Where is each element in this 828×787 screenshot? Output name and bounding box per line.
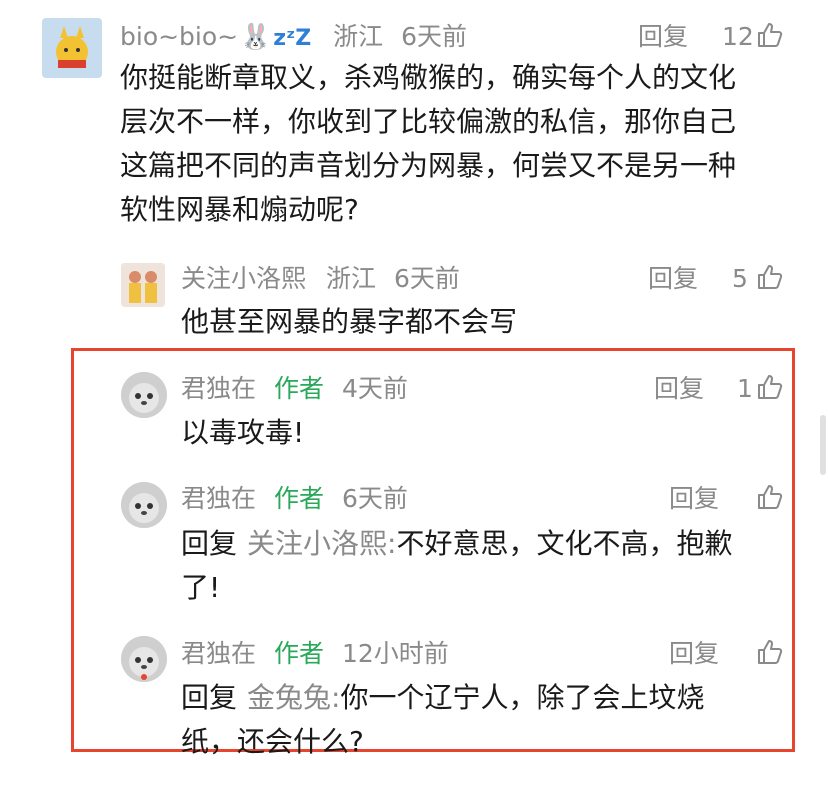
timestamp: 6天前 <box>341 484 408 513</box>
comment-meta: 君独在 作者 4天前 <box>181 376 408 401</box>
timestamp: 4天前 <box>341 374 408 403</box>
username[interactable]: bio~bio~ <box>120 22 238 51</box>
comment-meta: bio~bio~🐰zᶻZ 浙江 6天前 <box>120 24 467 50</box>
author-badge: 作者 <box>273 639 324 668</box>
comment-line: 纸，还会什么? <box>181 725 364 758</box>
thumbs-up-icon[interactable] <box>757 639 783 665</box>
comment-text: 回复 关注小洛熙:不好意思，文化不高，抱歉 了! <box>181 522 732 610</box>
reply-button[interactable]: 回复 <box>669 641 719 666</box>
reply-button[interactable]: 回复 <box>638 24 688 49</box>
comment-line: 你挺能断章取义，杀鸡儆猴的，确实每个人的文化 <box>120 61 737 94</box>
username[interactable]: 君独在 <box>181 374 256 403</box>
author-badge: 作者 <box>273 484 324 513</box>
reply-button[interactable]: 回复 <box>669 486 719 511</box>
comment-meta: 君独在 作者 6天前 <box>181 486 408 511</box>
avatar[interactable] <box>121 482 167 528</box>
avatar[interactable] <box>121 263 165 307</box>
thumbs-up-icon[interactable] <box>757 22 783 48</box>
username[interactable]: 关注小洛熙 <box>181 264 306 293</box>
location: 浙江 <box>333 22 384 51</box>
author-badge: 作者 <box>273 374 324 403</box>
location: 浙江 <box>325 264 376 293</box>
like-count: 12 <box>722 22 754 51</box>
comment-line: 以毒攻毒! <box>181 416 305 449</box>
avatar[interactable] <box>121 636 167 682</box>
timestamp: 6天前 <box>401 22 468 51</box>
comment-line: 他甚至网暴的暴字都不会写 <box>181 305 518 338</box>
thumbs-up-icon[interactable] <box>757 374 783 400</box>
avatar-illustration <box>42 18 102 78</box>
avatar-illustration <box>121 636 167 682</box>
comment-line: 回复 关注小洛熙:不好意思，文化不高，抱歉 <box>181 522 732 566</box>
avatar[interactable] <box>42 18 102 78</box>
like-count: 5 <box>732 264 748 293</box>
timestamp: 6天前 <box>393 264 460 293</box>
mention-link[interactable]: 金兔兔: <box>247 681 340 714</box>
comment-line: 这篇把不同的声音划分为网暴，何尝又不是另一种 <box>120 149 737 182</box>
username[interactable]: 君独在 <box>181 639 256 668</box>
reply-prefix: 回复 <box>181 527 238 560</box>
avatar[interactable] <box>121 372 167 418</box>
comment-meta: 关注小洛熙 浙江 6天前 <box>181 266 460 291</box>
reply-button[interactable]: 回复 <box>648 266 698 291</box>
comment-line: 了! <box>181 571 221 604</box>
rabbit-emoji: 🐰 <box>240 22 272 51</box>
mention-link[interactable]: 关注小洛熙: <box>247 527 396 560</box>
avatar-illustration <box>121 263 165 307</box>
scrollbar[interactable] <box>820 415 826 475</box>
avatar-illustration <box>121 372 167 418</box>
reply-button[interactable]: 回复 <box>654 376 704 401</box>
zzz-icon: zᶻZ <box>273 26 312 51</box>
timestamp: 12小时前 <box>341 639 449 668</box>
comment-line: 软性网暴和煽动呢? <box>120 193 359 226</box>
reply-prefix: 回复 <box>181 681 238 714</box>
comment-line: 回复 金兔兔:你一个辽宁人，除了会上坟烧 <box>181 676 704 720</box>
thumbs-up-icon[interactable] <box>757 264 783 290</box>
comment-text: 回复 金兔兔:你一个辽宁人，除了会上坟烧 纸，还会什么? <box>181 676 704 764</box>
username[interactable]: 君独在 <box>181 484 256 513</box>
avatar-illustration <box>121 482 167 528</box>
comment-text: 你挺能断章取义，杀鸡儆猴的，确实每个人的文化 层次不一样，你收到了比较偏激的私信… <box>120 56 736 232</box>
thumbs-up-icon[interactable] <box>757 484 783 510</box>
comment-text: 以毒攻毒! <box>181 411 304 455</box>
comment-line-text: 不好意思，文化不高，抱歉 <box>396 527 733 560</box>
comment-line: 层次不一样，你收到了比较偏激的私信，那你自己 <box>120 105 737 138</box>
like-count: 1 <box>737 374 753 403</box>
comment-line-text: 你一个辽宁人，除了会上坟烧 <box>340 681 705 714</box>
comment-meta: 君独在 作者 12小时前 <box>181 641 449 666</box>
comment-text: 他甚至网暴的暴字都不会写 <box>181 300 517 344</box>
